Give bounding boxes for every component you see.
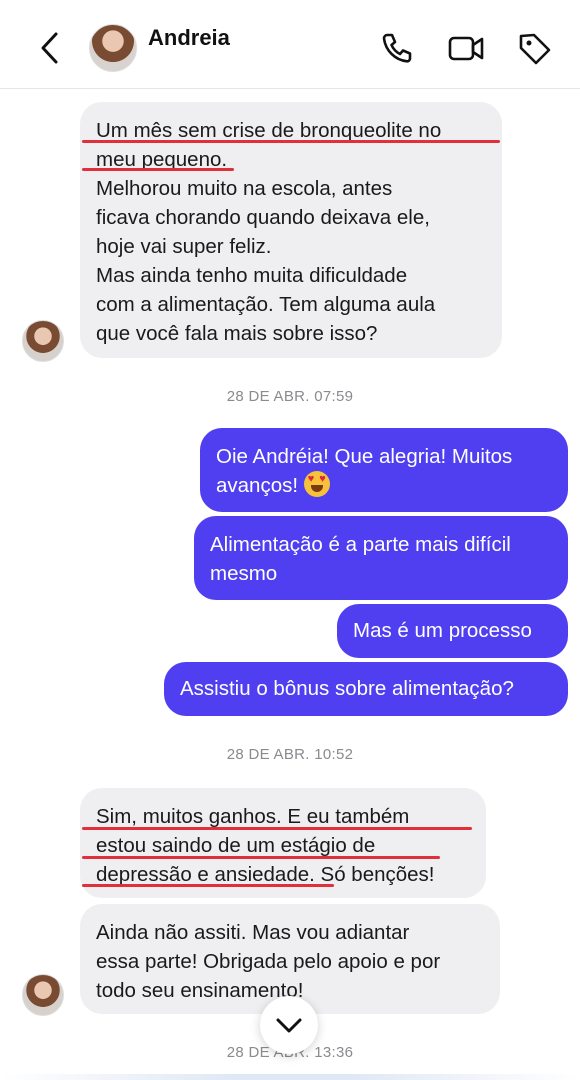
tag-icon[interactable] bbox=[514, 28, 554, 68]
contact-name[interactable]: Andreia bbox=[148, 25, 230, 51]
chevron-down-icon bbox=[276, 1018, 302, 1033]
outgoing-message[interactable]: Assistiu o bônus sobre alimentação? bbox=[164, 662, 568, 716]
annotation-underline bbox=[82, 884, 334, 887]
message-text: Ainda não assiti. Mas vou adiantar essa … bbox=[96, 921, 441, 1002]
message-text: Um mês sem crise de bronqueolite no meu … bbox=[96, 119, 442, 345]
contact-avatar-small[interactable] bbox=[22, 974, 64, 1016]
message-text: Assistiu o bônus sobre alimentação? bbox=[180, 677, 514, 700]
outgoing-message[interactable]: Oie Andréia! Que alegria! Muitos avanços! bbox=[200, 428, 568, 512]
annotation-underline bbox=[82, 856, 440, 859]
contact-avatar[interactable] bbox=[89, 24, 137, 72]
annotation-underline bbox=[82, 140, 500, 143]
message-text: Oie Andréia! Que alegria! Muitos avanços! bbox=[216, 442, 552, 500]
phone-icon[interactable] bbox=[377, 28, 417, 68]
timestamp: 28 DE ABR. 10:52 bbox=[226, 746, 354, 763]
video-camera-icon[interactable] bbox=[446, 28, 486, 68]
message-line: avanços! bbox=[216, 474, 299, 497]
incoming-message[interactable]: Sim, muitos ganhos. E eu também estou sa… bbox=[80, 788, 486, 898]
message-text: Alimentação é a parte mais difícil mesmo bbox=[210, 533, 511, 585]
contact-avatar-small[interactable] bbox=[22, 320, 64, 362]
heart-eyes-emoji-icon bbox=[303, 471, 330, 497]
message-text: Mas é um processo bbox=[353, 619, 532, 642]
timestamp: 28 DE ABR. 07:59 bbox=[226, 388, 354, 405]
message-text: Sim, muitos ganhos. E eu também estou sa… bbox=[96, 805, 435, 886]
chat-header: Andreia bbox=[0, 0, 580, 89]
composer-edge bbox=[0, 1074, 580, 1080]
back-arrow-icon[interactable] bbox=[34, 28, 70, 68]
annotation-underline bbox=[82, 168, 234, 171]
message-line: Oie Andréia! Que alegria! Muitos bbox=[216, 445, 513, 468]
annotation-underline bbox=[82, 827, 472, 830]
scroll-to-bottom-button[interactable] bbox=[260, 996, 318, 1054]
outgoing-message[interactable]: Mas é um processo bbox=[337, 604, 568, 658]
outgoing-message[interactable]: Alimentação é a parte mais difícil mesmo bbox=[194, 516, 568, 600]
